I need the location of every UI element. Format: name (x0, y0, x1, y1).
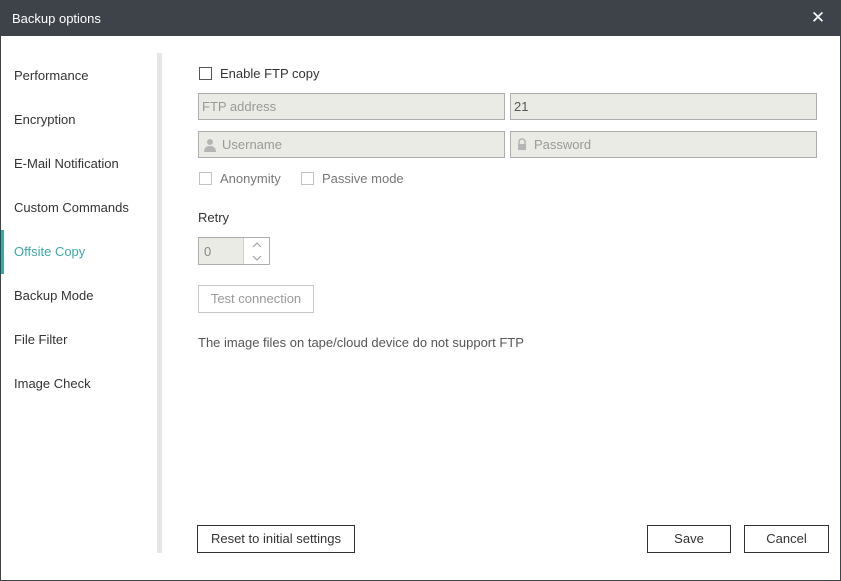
password-input[interactable] (511, 132, 816, 157)
enable-ftp-label: Enable FTP copy (220, 66, 320, 81)
password-field[interactable] (510, 131, 817, 158)
passive-mode-label: Passive mode (322, 171, 404, 186)
sidebar: Performance Encryption E-Mail Notificati… (1, 36, 157, 556)
retry-stepper[interactable] (198, 237, 270, 265)
ftp-address-field[interactable] (198, 93, 505, 120)
chevron-down-icon[interactable] (244, 251, 270, 264)
test-connection-button[interactable]: Test connection (198, 285, 314, 313)
dialog-title: Backup options (12, 11, 101, 26)
ftp-port-input[interactable] (511, 94, 816, 119)
cancel-button[interactable]: Cancel (744, 525, 829, 553)
sidebar-item-file-filter[interactable]: File Filter (1, 318, 157, 362)
passive-mode-checkbox[interactable] (301, 172, 314, 185)
sidebar-item-email-notification[interactable]: E-Mail Notification (1, 142, 157, 186)
save-button[interactable]: Save (647, 525, 731, 553)
reset-settings-button[interactable]: Reset to initial settings (197, 525, 355, 553)
title-bar: Backup options ✕ (1, 1, 840, 36)
close-icon[interactable]: ✕ (808, 7, 828, 29)
anonymity-label: Anonymity (220, 171, 281, 186)
chevron-up-icon[interactable] (244, 238, 270, 251)
username-input[interactable] (199, 132, 504, 157)
user-icon (204, 138, 216, 152)
backup-options-dialog: Backup options ✕ Performance Encryption … (0, 0, 841, 581)
lock-icon (516, 138, 528, 152)
retry-label: Retry (198, 210, 230, 225)
ftp-address-input[interactable] (199, 94, 504, 119)
username-field[interactable] (198, 131, 505, 158)
sidebar-item-backup-mode[interactable]: Backup Mode (1, 274, 157, 318)
sidebar-scrollbar[interactable] (157, 53, 162, 553)
sidebar-item-performance[interactable]: Performance (1, 54, 157, 98)
retry-input[interactable] (199, 238, 243, 264)
ftp-port-field[interactable] (510, 93, 817, 120)
sidebar-item-custom-commands[interactable]: Custom Commands (1, 186, 157, 230)
sidebar-item-image-check[interactable]: Image Check (1, 362, 157, 406)
enable-ftp-checkbox[interactable] (199, 67, 212, 80)
sidebar-item-encryption[interactable]: Encryption (1, 98, 157, 142)
retry-stepper-arrows (243, 238, 269, 264)
anonymity-checkbox[interactable] (199, 172, 212, 185)
sidebar-item-offsite-copy[interactable]: Offsite Copy (1, 230, 157, 274)
ftp-note: The image files on tape/cloud device do … (198, 335, 524, 350)
